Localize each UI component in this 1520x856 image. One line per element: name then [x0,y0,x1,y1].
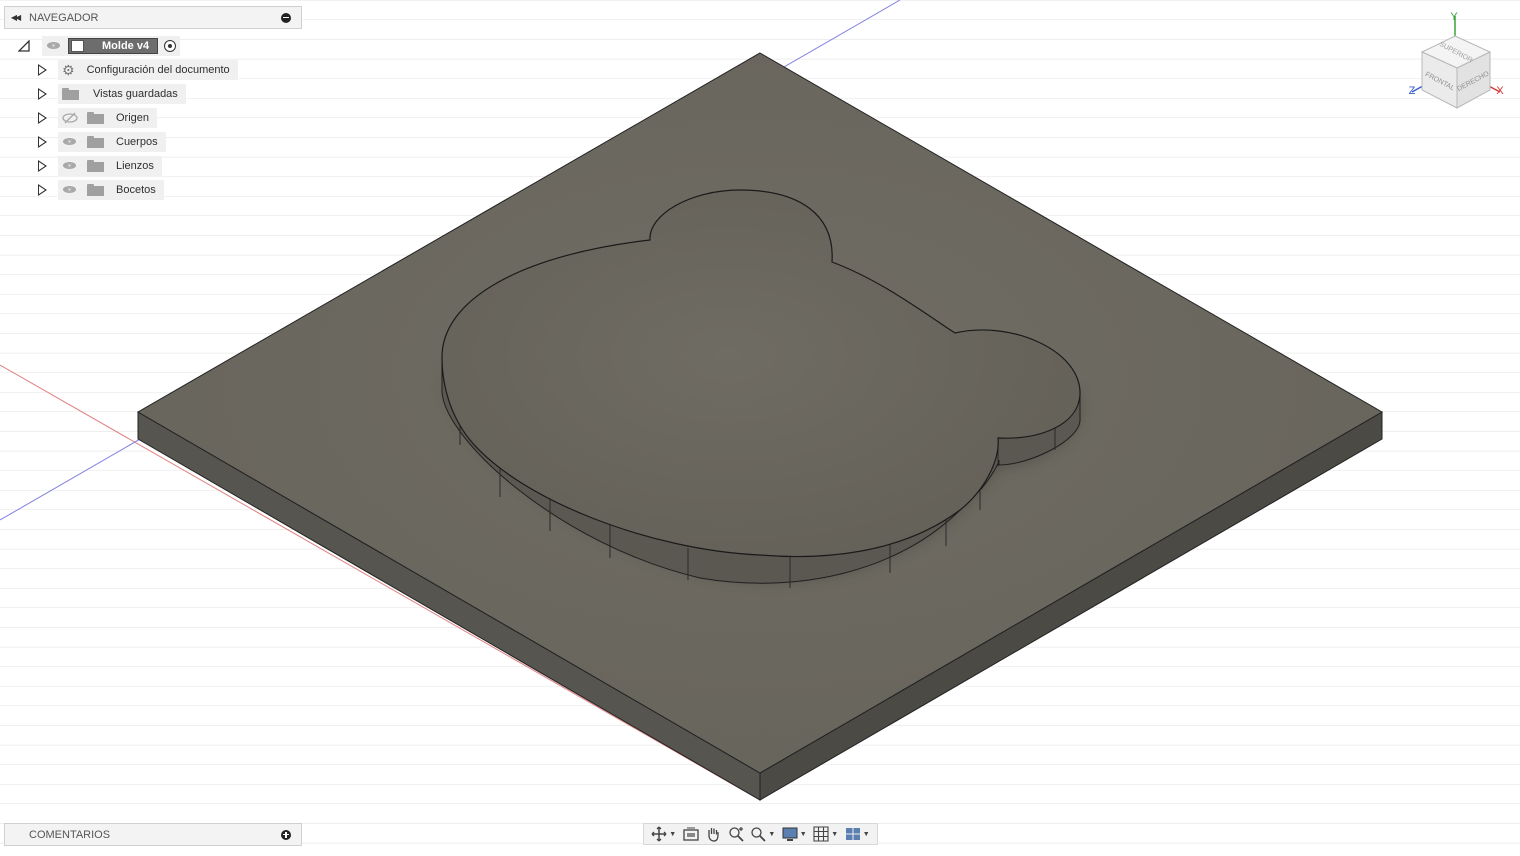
tree-item-row: Vistas guardadas [58,84,186,104]
look-at-icon [683,827,699,841]
display-settings-icon [782,827,798,841]
tree-item-cuerpos[interactable]: Cuerpos [38,132,166,152]
expand-triangle-icon[interactable] [38,136,47,148]
expand-triangle-icon[interactable] [38,64,47,76]
folder-icon [62,88,79,100]
tree-item-row: Lienzos [58,156,162,176]
expand-triangle-icon[interactable] [38,160,47,172]
tree-item-lienzos[interactable]: Lienzos [38,156,162,176]
comments-title: COMENTARIOS [29,828,111,841]
orbit-icon [651,826,667,842]
axis-label-y: Y [1450,11,1458,23]
minimize-icon[interactable] [281,12,291,23]
expanded-triangle-icon[interactable] [18,40,30,52]
tree-item-label: Origen [116,112,150,124]
comments-panel: COMENTARIOS [4,823,302,846]
folder-icon [87,184,104,196]
expand-triangle-icon[interactable] [38,112,47,124]
folder-icon [87,160,104,172]
tree-root[interactable]: Molde v4 [18,36,181,56]
navigator-title: NAVEGADOR [29,11,99,24]
root-component[interactable]: Molde v4 [68,38,159,54]
root-label: Molde v4 [102,40,150,52]
visibility-eye-icon[interactable] [46,41,62,51]
navigation-toolbar: ▼ ▼ ▼ ▼ ▼ [643,823,878,845]
collapse-panel-icon[interactable]: ◀◀ [5,13,25,22]
viewports-icon [845,828,860,840]
tree-item-configuracion[interactable]: ⚙ Configuración del documento [38,60,238,80]
pan-button[interactable] [705,826,721,842]
folder-icon [87,112,104,124]
tree-item-row: Bocetos [58,180,164,200]
pan-icon [708,828,719,842]
tree-item-label: Configuración del documento [86,64,230,76]
tree-item-vistas[interactable]: Vistas guardadas [38,84,186,104]
visibility-eye-icon[interactable] [62,161,78,171]
chevron-down-icon: ▼ [768,830,776,838]
fit-button[interactable]: ▼ [750,826,775,842]
expand-triangle-icon[interactable] [38,184,47,196]
add-comment-icon[interactable] [281,829,291,840]
axis-label-x: X [1496,85,1504,97]
tree-item-row: Origen [58,108,158,128]
activate-radio-icon[interactable] [164,40,177,52]
expand-triangle-icon[interactable] [38,88,47,100]
chevron-down-icon: ▼ [862,830,870,838]
visibility-eye-icon[interactable] [62,185,78,195]
grid-button[interactable]: ▼ [813,826,838,842]
visibility-eye-icon[interactable] [62,137,78,147]
zoom-icon [729,827,744,842]
navigator-header: ◀◀ NAVEGADOR [4,6,302,29]
display-settings-button[interactable]: ▼ [782,826,807,842]
hidden-eye-icon[interactable] [62,112,78,124]
orbit-button[interactable]: ▼ [651,826,676,842]
look-at-button[interactable] [683,826,699,842]
tree-item-row: Cuerpos [58,132,166,152]
axis-label-z: Z [1409,85,1416,97]
tree-item-row: ⚙ Configuración del documento [58,60,238,80]
tree-item-bocetos[interactable]: Bocetos [38,180,164,200]
chevron-down-icon: ▼ [669,830,677,838]
chevron-down-icon: ▼ [831,830,839,838]
tree-item-label: Bocetos [116,184,156,196]
tree-item-label: Vistas guardadas [93,88,178,100]
gear-icon: ⚙ [62,62,75,78]
chevron-down-icon: ▼ [799,830,807,838]
root-row: Molde v4 [42,36,181,56]
canvas-viewport[interactable]: SUPERIOR FRONTAL DERECHO Y X Z [0,0,1520,856]
fit-icon [751,827,766,842]
tree-item-label: Lienzos [116,160,154,172]
tree-item-label: Cuerpos [116,136,158,148]
folder-icon [87,136,104,148]
tree-item-origen[interactable]: Origen [38,108,158,128]
viewports-button[interactable]: ▼ [845,826,870,842]
zoom-button[interactable] [728,826,744,842]
grid-icon [813,826,829,842]
component-icon [71,40,84,52]
